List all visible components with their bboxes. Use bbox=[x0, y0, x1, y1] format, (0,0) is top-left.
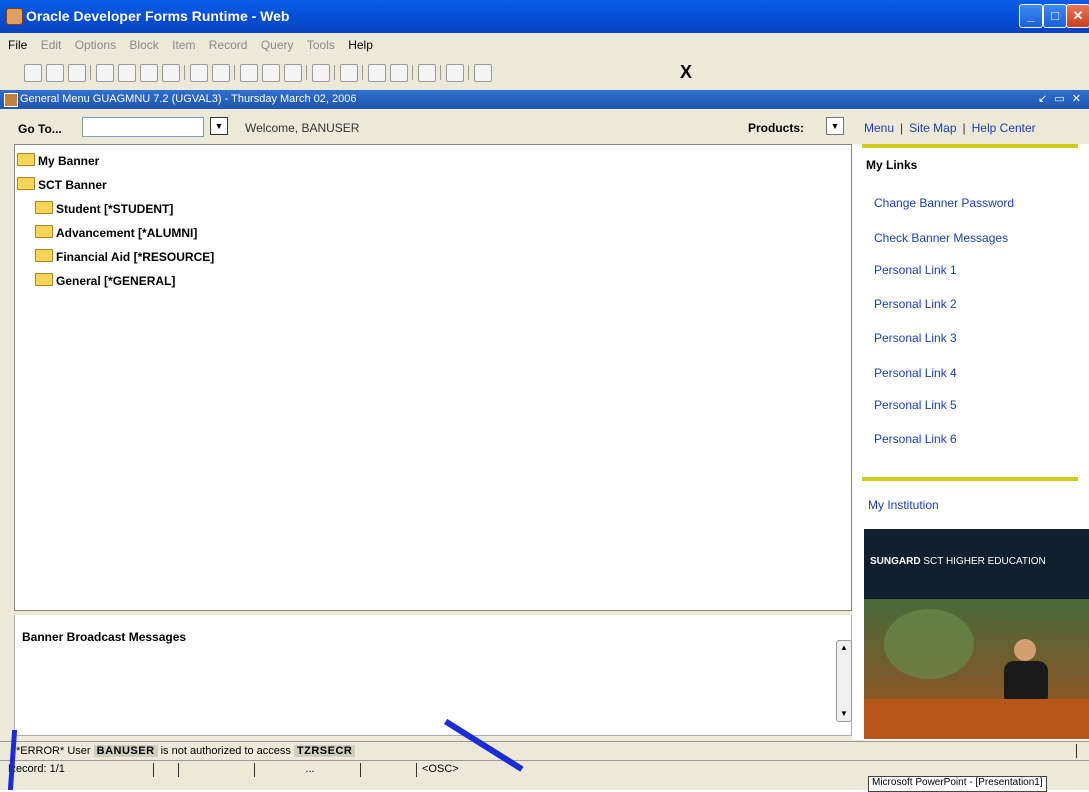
scroll-up-icon[interactable]: ▲ bbox=[839, 643, 849, 653]
folder-icon bbox=[17, 153, 35, 166]
minimize-button[interactable]: _ bbox=[1019, 4, 1043, 28]
back-icon[interactable] bbox=[418, 64, 436, 82]
inner-window-title-text: General Menu GUAGMNU 7.2 (UGVAL3) - Thur… bbox=[20, 93, 357, 105]
folder-icon bbox=[35, 225, 53, 238]
menu-link[interactable]: Menu bbox=[864, 121, 894, 135]
enter-query-icon[interactable] bbox=[240, 64, 258, 82]
menu-bar: File Edit Options Block Item Record Quer… bbox=[0, 38, 1089, 58]
execute-query-icon[interactable] bbox=[262, 64, 280, 82]
goto-dropdown-button[interactable]: ▼ bbox=[210, 117, 228, 135]
personal-link-6[interactable]: Personal Link 6 bbox=[874, 432, 957, 446]
next-block-icon[interactable] bbox=[140, 64, 158, 82]
personal-link-5[interactable]: Personal Link 5 bbox=[874, 398, 957, 412]
personal-link-2[interactable]: Personal Link 2 bbox=[874, 297, 957, 311]
next-field-icon[interactable] bbox=[96, 64, 114, 82]
export-icon[interactable] bbox=[368, 64, 386, 82]
top-links: Menu | Site Map | Help Center bbox=[864, 121, 1036, 135]
print-icon[interactable] bbox=[68, 64, 86, 82]
menu-record[interactable]: Record bbox=[209, 38, 248, 52]
menu-file[interactable]: File bbox=[8, 38, 27, 52]
ad-text: SUNGARD SCT HIGHER EDUCATION bbox=[870, 556, 1046, 567]
menu-query[interactable]: Query bbox=[261, 38, 294, 52]
tree-node-sct-banner[interactable]: SCT Banner bbox=[17, 177, 107, 192]
goto-input[interactable] bbox=[82, 117, 204, 137]
folder-open-icon bbox=[17, 177, 35, 190]
check-messages-link[interactable]: Check Banner Messages bbox=[874, 231, 1008, 245]
my-links-label: My Links bbox=[866, 158, 918, 172]
inner-window-controls[interactable]: ↙ ▭ ✕ bbox=[1038, 92, 1083, 105]
my-institution-link[interactable]: My Institution bbox=[868, 498, 939, 512]
menu-block[interactable]: Block bbox=[129, 38, 158, 52]
message-bar: *ERROR* User BANUSER is not authorized t… bbox=[0, 741, 1089, 760]
site-map-link[interactable]: Site Map bbox=[909, 121, 956, 135]
previous-block-icon[interactable] bbox=[162, 64, 180, 82]
scroll-down-icon[interactable]: ▼ bbox=[839, 709, 849, 719]
divider bbox=[862, 144, 1078, 148]
insert-record-icon[interactable] bbox=[190, 64, 208, 82]
exit-button[interactable]: X bbox=[680, 62, 692, 83]
change-password-link[interactable]: Change Banner Password bbox=[874, 196, 1014, 210]
site-map-icon[interactable] bbox=[446, 64, 464, 82]
folder-icon bbox=[35, 249, 53, 262]
menu-options[interactable]: Options bbox=[75, 38, 116, 52]
menu-tree: My Banner SCT Banner Student [*STUDENT] … bbox=[14, 144, 852, 611]
menu-tools[interactable]: Tools bbox=[307, 38, 335, 52]
tree-node-student[interactable]: Student [*STUDENT] bbox=[35, 201, 173, 216]
print-screen-icon[interactable] bbox=[340, 64, 358, 82]
personal-link-4[interactable]: Personal Link 4 bbox=[874, 366, 957, 380]
menu-item[interactable]: Item bbox=[172, 38, 195, 52]
toolbar: X bbox=[0, 60, 1089, 86]
welcome-text: Welcome, BANUSER bbox=[245, 121, 360, 135]
inner-window-title: General Menu GUAGMNU 7.2 (UGVAL3) - Thur… bbox=[0, 90, 1089, 109]
personal-link-3[interactable]: Personal Link 3 bbox=[874, 331, 957, 345]
cancel-query-icon[interactable] bbox=[284, 64, 302, 82]
personal-link-1[interactable]: Personal Link 1 bbox=[874, 263, 957, 277]
error-message: *ERROR* User BANUSER is not authorized t… bbox=[16, 745, 356, 757]
previous-field-icon[interactable] bbox=[118, 64, 136, 82]
goto-label: Go To... bbox=[18, 122, 62, 136]
close-button[interactable]: ✕ bbox=[1066, 4, 1089, 28]
main-content: Go To... ▼ Welcome, BANUSER Products: ▼ … bbox=[0, 110, 1089, 740]
rollback-icon[interactable] bbox=[46, 64, 64, 82]
form-icon bbox=[4, 93, 18, 107]
app-icon bbox=[6, 8, 23, 25]
title-bar: Oracle Developer Forms Runtime - Web _ □… bbox=[0, 0, 1089, 33]
menu-edit[interactable]: Edit bbox=[41, 38, 62, 52]
broadcast-scrollbar[interactable]: ▲ ▼ bbox=[836, 640, 852, 722]
tree-node-advancement[interactable]: Advancement [*ALUMNI] bbox=[35, 225, 197, 240]
folder-icon bbox=[35, 201, 53, 214]
app-window: Oracle Developer Forms Runtime - Web _ □… bbox=[0, 0, 1089, 792]
osc-indicator: <OSC> bbox=[422, 763, 459, 775]
window-title: Oracle Developer Forms Runtime - Web bbox=[26, 8, 290, 24]
help-center-link[interactable]: Help Center bbox=[972, 121, 1036, 135]
status-dots: ... bbox=[260, 763, 361, 777]
save-icon[interactable] bbox=[24, 64, 42, 82]
sidebar: My Links Change Banner Password Check Ba… bbox=[852, 144, 1089, 740]
options-icon[interactable] bbox=[312, 64, 330, 82]
tree-node-financial-aid[interactable]: Financial Aid [*RESOURCE] bbox=[35, 249, 214, 264]
record-count: Record: 1/1 bbox=[8, 763, 154, 777]
tree-node-my-banner[interactable]: My Banner bbox=[17, 153, 99, 168]
divider bbox=[862, 477, 1078, 481]
maximize-button[interactable]: □ bbox=[1043, 4, 1067, 28]
sungard-ad-image[interactable]: SUNGARD SCT HIGHER EDUCATION bbox=[864, 529, 1089, 739]
export-all-icon[interactable] bbox=[390, 64, 408, 82]
products-label: Products: bbox=[748, 121, 805, 135]
products-dropdown-button[interactable]: ▼ bbox=[826, 117, 844, 135]
broadcast-label: Banner Broadcast Messages bbox=[22, 630, 187, 644]
menu-help[interactable]: Help bbox=[348, 38, 373, 52]
folder-icon bbox=[35, 273, 53, 286]
remove-record-icon[interactable] bbox=[212, 64, 230, 82]
tree-node-general[interactable]: General [*GENERAL] bbox=[35, 273, 175, 288]
help-icon[interactable] bbox=[474, 64, 492, 82]
